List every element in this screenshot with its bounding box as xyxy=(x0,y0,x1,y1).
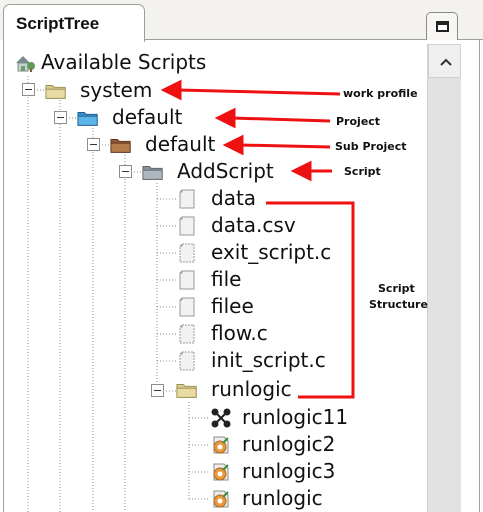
collapse-project-toggle[interactable] xyxy=(54,111,67,124)
c-file-icon xyxy=(179,243,195,263)
annotation-script-structure-line2: Structure xyxy=(369,298,428,311)
annotation-work-profile: work profile xyxy=(343,87,418,100)
runlogic-item-label: runlogic11 xyxy=(242,405,349,429)
file-label: data xyxy=(211,186,257,210)
file-label: init_script.c xyxy=(211,348,326,372)
tree-node-subproject-default[interactable]: default xyxy=(110,132,250,160)
flow-network-icon xyxy=(211,408,231,428)
runlogic-item-label: runlogic2 xyxy=(242,432,336,456)
tree-runlogic-runlogic11[interactable]: runlogic11 xyxy=(210,405,370,433)
runlogic-folder-label: runlogic xyxy=(211,377,292,401)
runlogic-gear-icon xyxy=(213,463,229,481)
house-tree-icon xyxy=(16,56,35,72)
restore-window-icon xyxy=(436,21,449,32)
runlogic-item-label: runlogic3 xyxy=(242,459,336,483)
runlogic-gear-icon xyxy=(213,436,229,454)
subproject-label: default xyxy=(145,132,216,156)
chevron-up-icon xyxy=(440,58,452,66)
runlogic-gear-icon xyxy=(213,490,229,508)
tree-runlogic-runlogic2[interactable]: runlogic2 xyxy=(210,432,370,460)
c-file-icon xyxy=(179,351,195,371)
file-label: data.csv xyxy=(211,213,296,237)
gray-folder-icon xyxy=(142,166,163,180)
tree-file-flow-c[interactable]: flow.c xyxy=(177,321,297,349)
file-icon xyxy=(179,216,195,236)
tree-root-available-scripts[interactable]: Available Scripts xyxy=(14,50,254,78)
system-label: system xyxy=(80,78,153,102)
tree-file-data-csv[interactable]: data.csv xyxy=(177,213,327,241)
file-icon xyxy=(179,270,195,290)
tree-runlogic-runlogic3[interactable]: runlogic3 xyxy=(210,459,370,487)
scroll-up-button[interactable] xyxy=(428,44,461,78)
file-label: file xyxy=(211,267,242,291)
file-label: exit_script.c xyxy=(211,240,332,264)
vertical-scrollbar[interactable] xyxy=(427,44,461,512)
collapse-system-toggle[interactable] xyxy=(22,83,35,96)
file-icon xyxy=(179,189,195,209)
tree-node-runlogic-folder[interactable]: runlogic xyxy=(176,377,316,405)
tree-file-data[interactable]: data xyxy=(177,186,297,214)
tab-strip: ScriptTree xyxy=(0,0,483,42)
c-file-icon xyxy=(179,324,195,344)
tree-file-file[interactable]: file xyxy=(177,267,297,295)
annotation-sub-project: Sub Project xyxy=(335,140,407,153)
tree-file-filee[interactable]: filee xyxy=(177,294,297,322)
tree-file-init-script-c[interactable]: init_script.c xyxy=(177,348,357,376)
restore-window-button[interactable] xyxy=(426,12,458,40)
collapse-subproject-toggle[interactable] xyxy=(87,138,100,151)
tree-file-exit-script-c[interactable]: exit_script.c xyxy=(177,240,357,268)
tab-scripttree[interactable]: ScriptTree xyxy=(3,4,145,42)
annotation-script-structure-line1: Script xyxy=(378,282,415,295)
annotation-script: Script xyxy=(344,165,381,178)
folder-icon xyxy=(176,384,197,398)
tab-title: ScriptTree xyxy=(16,14,100,33)
file-icon xyxy=(179,297,195,317)
collapse-addscript-toggle[interactable] xyxy=(119,165,132,178)
brown-folder-icon xyxy=(110,139,131,153)
tree-node-addscript[interactable]: AddScript xyxy=(142,159,302,187)
tree-node-project-default[interactable]: default xyxy=(77,105,217,133)
runlogic-item-label: runlogic xyxy=(242,486,323,510)
file-label: filee xyxy=(211,294,254,318)
collapse-runlogic-toggle[interactable] xyxy=(151,384,164,397)
scroll-track[interactable] xyxy=(428,78,461,512)
blue-folder-icon xyxy=(77,112,98,126)
folder-icon xyxy=(45,85,66,99)
tree-root-label: Available Scripts xyxy=(41,50,207,74)
file-label: flow.c xyxy=(211,321,268,345)
addscript-label: AddScript xyxy=(177,159,274,183)
project-label: default xyxy=(112,105,183,129)
tree-runlogic-runlogic[interactable]: runlogic xyxy=(210,486,370,512)
annotation-project: Project xyxy=(336,115,381,128)
tree-node-system[interactable]: system xyxy=(45,78,185,106)
